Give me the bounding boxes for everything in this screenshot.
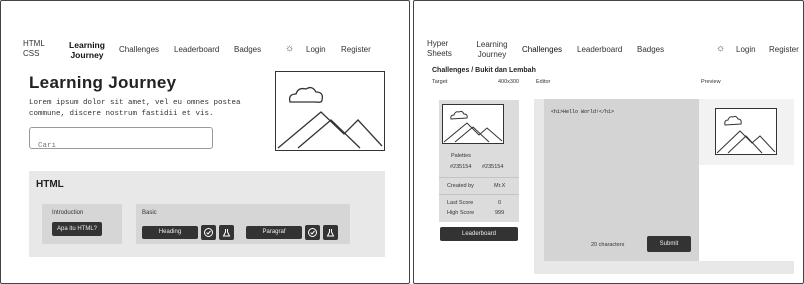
nav-register[interactable]: Register (769, 45, 799, 55)
nav-challenges[interactable]: Challenges (522, 45, 562, 55)
divider (439, 177, 519, 178)
section-title: HTML (36, 179, 64, 190)
code-content[interactable]: <h1>Hello World!</h1> (551, 109, 614, 115)
high-score-value: 999 (495, 210, 505, 216)
logo[interactable]: HTML CSS (23, 39, 45, 59)
code-editor[interactable]: <h1>Hello World!</h1> 20 characters Subm… (544, 99, 699, 261)
heading-button[interactable]: Heading (142, 226, 198, 239)
theme-toggle-icon[interactable]: ☼ (716, 43, 725, 54)
search-input[interactable] (38, 142, 198, 150)
nav-badges[interactable]: Badges (234, 45, 261, 55)
nav-learning-journey-line-1: Learning (69, 40, 105, 50)
nav-learning-journey-line-1: Learning (476, 40, 508, 49)
palettes-label: Palettes (451, 153, 471, 159)
landscape-image-icon (277, 86, 383, 149)
palette-color-1[interactable]: #235154 (450, 164, 471, 170)
nav-challenges[interactable]: Challenges (119, 45, 159, 55)
top-nav: Hyper Sheets Learning Journey Challenges… (414, 1, 803, 65)
target-thumbnail (442, 104, 504, 144)
target-label: Target (432, 79, 448, 85)
editor-label: Editor (536, 79, 551, 85)
basic-label: Basic (142, 210, 157, 216)
submit-button[interactable]: Submit (647, 236, 691, 252)
apa-itu-html-button[interactable]: Apa itu HTML? (52, 222, 102, 236)
html-section: HTML Introduction Apa itu HTML? Basic He… (29, 171, 385, 257)
paragraf-button[interactable]: Paragraf (246, 226, 302, 239)
learning-journey-window: HTML CSS Learning Journey Challenges Lea… (0, 0, 410, 284)
created-by-label: Created by (447, 183, 474, 189)
introduction-label: Introduction (52, 210, 84, 216)
top-nav: HTML CSS Learning Journey Challenges Lea… (1, 1, 409, 65)
editor-footer-bg (534, 261, 794, 274)
nav-learning-journey[interactable]: Learning Journey (67, 40, 107, 60)
nav-badges[interactable]: Badges (637, 45, 664, 55)
preview-label: Preview (701, 79, 721, 85)
introduction-card: Introduction Apa itu HTML? (42, 204, 122, 244)
target-size: 400x300 (498, 79, 520, 85)
nav-learning-journey-line-2: Journey (477, 50, 507, 59)
check-icon[interactable] (305, 225, 320, 240)
char-count: 20 characters (591, 242, 625, 248)
search-box[interactable] (29, 127, 213, 150)
divider (439, 194, 519, 195)
high-score-label: High Score (447, 210, 475, 216)
check-icon[interactable] (201, 225, 216, 240)
nav-login[interactable]: Login (736, 45, 756, 55)
nav-learning-journey[interactable]: Learning Journey (472, 40, 512, 60)
nav-learning-journey-line-2: Journey (70, 50, 104, 60)
hero-description: Lorem ipsum dolor sit amet, vel eu omnes… (29, 98, 269, 120)
created-by-value: Mr.X (494, 183, 506, 189)
last-score-label: Last Score (447, 200, 474, 206)
nav-login[interactable]: Login (306, 45, 326, 55)
preview-image (715, 108, 777, 155)
logo-line-2: Sheets (427, 49, 452, 58)
logo[interactable]: Hyper Sheets (427, 39, 452, 59)
landscape-image-icon (443, 110, 503, 143)
page-title: Learning Journey (29, 73, 177, 92)
challenge-editor-window: Hyper Sheets Learning Journey Challenges… (413, 0, 804, 284)
flask-icon[interactable] (323, 225, 338, 240)
logo-line-1: Hyper (427, 39, 449, 48)
palette-color-2[interactable]: #235154 (482, 164, 503, 170)
nav-leaderboard[interactable]: Leaderboard (174, 45, 219, 55)
editor-gutter (534, 99, 544, 274)
leaderboard-button[interactable]: Leaderboard (440, 227, 518, 241)
hero-description-line-1: Lorem ipsum dolor sit amet, vel eu omnes… (29, 99, 241, 107)
flask-icon[interactable] (219, 225, 234, 240)
breadcrumb: Challenges / Bukit dan Lembah (432, 67, 536, 74)
logo-line-2: CSS (23, 49, 40, 58)
nav-leaderboard[interactable]: Leaderboard (577, 45, 622, 55)
last-score-value: 0 (498, 200, 502, 206)
theme-toggle-icon[interactable]: ☼ (285, 43, 294, 54)
landscape-image-icon (716, 115, 776, 154)
basic-card: Basic Heading Paragraf (136, 204, 350, 244)
logo-line-1: HTML (23, 39, 45, 48)
hero-description-line-2: commune, discere nostrum fastidii et vis… (29, 110, 214, 118)
nav-register[interactable]: Register (341, 45, 371, 55)
hero-image-placeholder (275, 71, 385, 151)
